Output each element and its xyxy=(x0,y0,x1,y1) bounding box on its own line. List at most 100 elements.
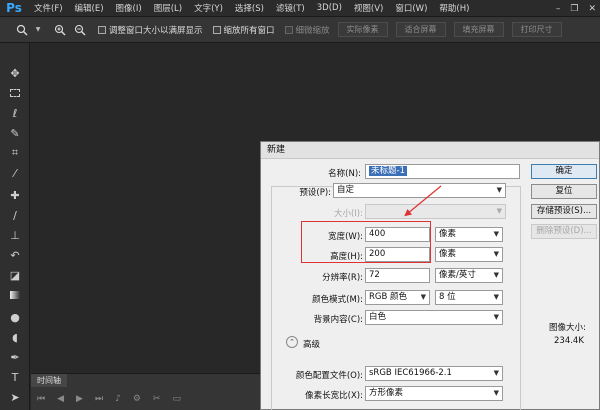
dropdown-arrow-icon: ▼ xyxy=(493,271,499,279)
move-tool-icon[interactable]: ✥ xyxy=(7,65,23,81)
save-preset-button[interactable]: 存储预设(S)... xyxy=(531,204,597,219)
preset-value: 自定 xyxy=(337,185,355,195)
advanced-toggle-icon[interactable]: ⌃ xyxy=(286,336,298,348)
zoom-all-windows-label: 缩放所有窗口 xyxy=(223,25,275,36)
lasso-tool-icon[interactable]: ℓ xyxy=(7,105,23,121)
width-field[interactable]: 400 xyxy=(365,227,430,242)
color-profile-value: sRGB IEC61966-2.1 xyxy=(369,368,452,378)
background-select[interactable]: 白色 ▼ xyxy=(365,310,503,325)
resolution-unit-select[interactable]: 像素/英寸 ▼ xyxy=(435,268,503,283)
tool-preset-dropdown-icon[interactable]: ▼ xyxy=(34,22,42,38)
preset-label: 预设(P): xyxy=(299,188,331,198)
pixel-aspect-select[interactable]: 方形像素 ▼ xyxy=(365,386,503,401)
pixel-aspect-value: 方形像素 xyxy=(369,388,404,398)
blur-tool-icon[interactable]: ● xyxy=(7,309,23,325)
scrubby-zoom-checkbox[interactable]: 细微缩放 xyxy=(284,24,330,36)
dropdown-arrow-icon: ▼ xyxy=(493,250,499,258)
dodge-tool-icon[interactable]: ◖ xyxy=(7,329,23,345)
menu-file[interactable]: 文件(F) xyxy=(28,2,69,14)
crop-tool-icon[interactable]: ⌗ xyxy=(7,145,23,161)
path-selection-tool-icon[interactable]: ➤ xyxy=(7,389,23,405)
resize-windows-checkbox[interactable]: 调整窗口大小以满屏显示 xyxy=(98,24,203,36)
first-frame-icon[interactable]: ⏮ xyxy=(37,394,45,404)
print-size-button[interactable]: 打印尺寸 xyxy=(511,22,562,37)
menu-edit[interactable]: 编辑(E) xyxy=(69,2,110,14)
menu-select[interactable]: 选择(S) xyxy=(229,2,270,14)
menu-filter[interactable]: 滤镜(T) xyxy=(270,2,311,14)
zoom-in-icon[interactable] xyxy=(52,22,68,38)
eyedropper-tool-icon[interactable]: ⁄ xyxy=(7,165,23,181)
width-unit-select[interactable]: 像素 ▼ xyxy=(435,227,503,242)
bit-depth-select[interactable]: 8 位 ▼ xyxy=(435,290,503,305)
zoom-out-icon[interactable] xyxy=(72,22,88,38)
reset-button[interactable]: 复位 xyxy=(531,184,597,199)
eraser-tool-icon[interactable]: ◪ xyxy=(7,267,23,283)
menu-layer[interactable]: 图层(L) xyxy=(148,2,188,14)
zoom-all-windows-checkbox[interactable]: 缩放所有窗口 xyxy=(212,24,275,36)
dropdown-arrow-icon: ▼ xyxy=(496,207,502,215)
fill-screen-button[interactable]: 填充屏幕 xyxy=(453,22,504,37)
advanced-label: 高级 xyxy=(303,340,321,350)
quick-selection-tool-icon[interactable]: ✎ xyxy=(7,125,23,141)
fit-screen-button[interactable]: 适合屏幕 xyxy=(395,22,446,37)
dropdown-arrow-icon: ▼ xyxy=(496,186,502,194)
pen-tool-icon[interactable]: ✒ xyxy=(7,349,23,365)
height-field[interactable]: 200 xyxy=(365,247,430,262)
transition-icon[interactable]: ▭ xyxy=(172,394,181,404)
checkbox-box[interactable] xyxy=(284,25,293,34)
background-label: 背景内容(C): xyxy=(313,315,363,325)
name-field[interactable]: 未标题-1 xyxy=(365,164,520,179)
menu-type[interactable]: 文字(Y) xyxy=(188,2,229,14)
menu-window[interactable]: 窗口(W) xyxy=(389,2,433,14)
bit-depth-value: 8 位 xyxy=(439,292,456,302)
play-icon[interactable]: ▶ xyxy=(76,394,83,404)
timeline-controls: ⏮ ◀ ▶ ⏭ ♪ ⚙ ✂ ▭ xyxy=(37,394,181,404)
image-size-value: 234.4K xyxy=(554,336,584,346)
color-mode-select[interactable]: RGB 颜色 ▼ xyxy=(365,290,430,305)
actual-pixels-button[interactable]: 实际像素 xyxy=(337,22,388,37)
name-value: 未标题-1 xyxy=(369,166,407,176)
dropdown-arrow-icon: ▼ xyxy=(493,293,499,301)
annotation-arrow-icon xyxy=(404,185,442,217)
image-size-label: 图像大小: xyxy=(549,323,586,333)
menu-view[interactable]: 视图(V) xyxy=(348,2,389,14)
menu-help[interactable]: 帮助(H) xyxy=(433,2,475,14)
gradient-tool-icon[interactable] xyxy=(7,287,23,303)
close-icon[interactable]: ✕ xyxy=(588,4,596,14)
dropdown-arrow-icon: ▼ xyxy=(420,293,426,301)
photoshop-logo: Ps xyxy=(6,1,22,15)
resolution-field[interactable]: 72 xyxy=(365,268,430,283)
minimize-icon[interactable]: – xyxy=(556,4,561,14)
color-profile-label: 颜色配置文件(O): xyxy=(295,371,363,381)
clone-stamp-tool-icon[interactable]: ⊥ xyxy=(7,227,23,243)
timeline-tab[interactable]: 时间轴 xyxy=(31,374,67,387)
size-label: 大小(I): xyxy=(333,209,363,219)
color-mode-label: 颜色模式(M): xyxy=(312,295,363,305)
resolution-unit-value: 像素/英寸 xyxy=(439,270,476,280)
audio-icon[interactable]: ♪ xyxy=(115,394,121,404)
color-profile-select[interactable]: sRGB IEC61966-2.1 ▼ xyxy=(365,366,503,381)
ok-button[interactable]: 确定 xyxy=(531,164,597,179)
window-controls: – ❐ ✕ xyxy=(556,0,596,17)
height-unit-select[interactable]: 像素 ▼ xyxy=(435,247,503,262)
history-brush-tool-icon[interactable]: ↶ xyxy=(7,247,23,263)
next-frame-icon[interactable]: ⏭ xyxy=(95,394,103,404)
restore-icon[interactable]: ❐ xyxy=(570,4,578,14)
checkbox-box[interactable] xyxy=(212,25,221,34)
tools-panel: ✥ ℓ ✎ ⌗ ⁄ ✚ ∕ ⊥ ↶ ◪ ● ◖ ✒ T ➤ xyxy=(0,43,30,410)
menu-image[interactable]: 图像(I) xyxy=(110,2,148,14)
healing-brush-tool-icon[interactable]: ✚ xyxy=(7,187,23,203)
zoom-tool-icon[interactable] xyxy=(14,22,30,38)
type-tool-icon[interactable]: T xyxy=(7,369,23,385)
brush-tool-icon[interactable]: ∕ xyxy=(7,207,23,223)
menu-3d[interactable]: 3D(D) xyxy=(311,3,348,13)
background-value: 白色 xyxy=(369,312,387,322)
previous-frame-icon[interactable]: ◀ xyxy=(57,394,64,404)
split-icon[interactable]: ✂ xyxy=(153,394,161,404)
checkbox-box[interactable] xyxy=(98,25,106,34)
dropdown-arrow-icon: ▼ xyxy=(493,369,499,377)
settings-icon[interactable]: ⚙ xyxy=(133,394,141,404)
delete-preset-button: 删除预设(D)... xyxy=(531,224,597,239)
scrubby-zoom-label: 细微缩放 xyxy=(295,25,330,36)
marquee-tool-icon[interactable] xyxy=(7,85,23,101)
